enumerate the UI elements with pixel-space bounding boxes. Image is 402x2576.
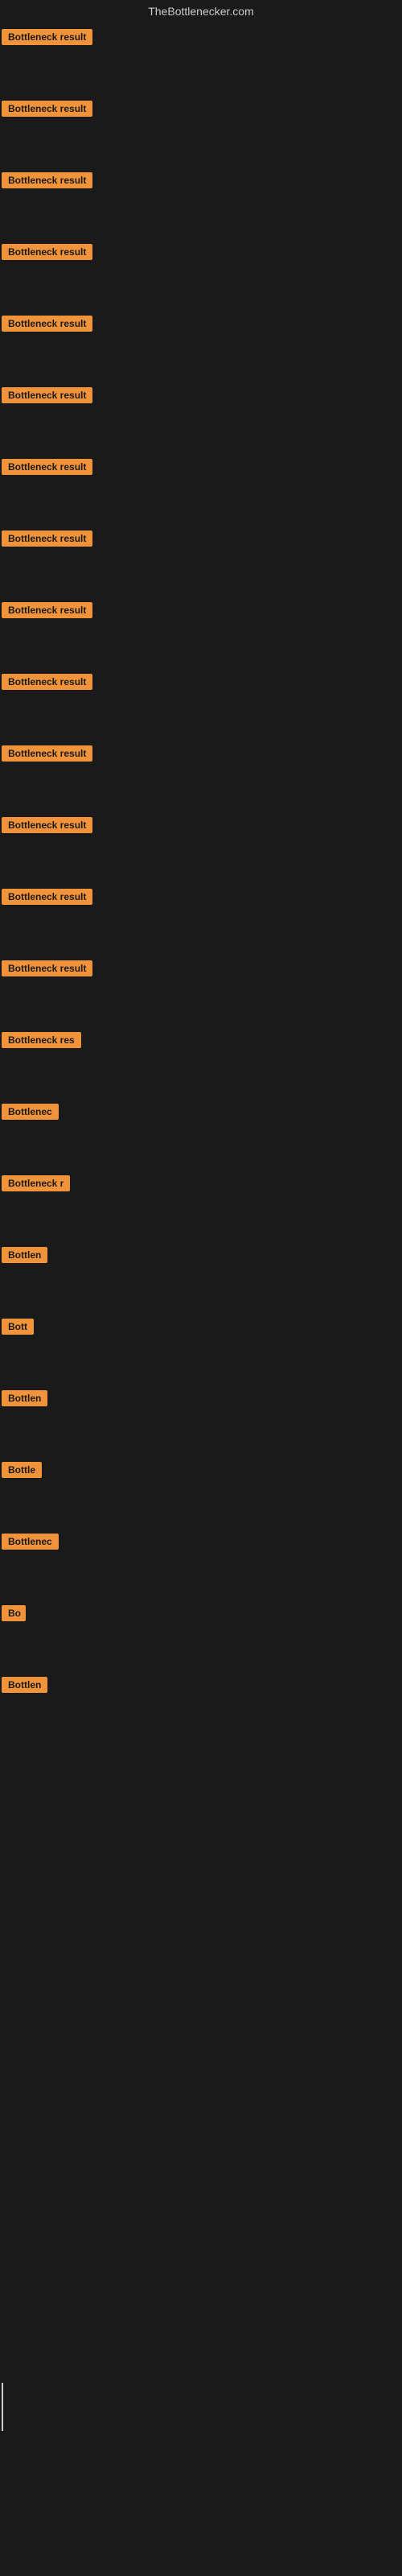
bottleneck-badge[interactable]: Bottlen bbox=[2, 1247, 47, 1263]
bottleneck-badge[interactable]: Bottleneck result bbox=[2, 387, 92, 403]
list-item: Bottleneck result bbox=[0, 601, 402, 624]
list-item: Bott bbox=[0, 1317, 402, 1340]
bottleneck-badge[interactable]: Bo bbox=[2, 1605, 26, 1621]
list-item: Bottleneck result bbox=[0, 815, 402, 839]
bottleneck-badge[interactable]: Bottleneck result bbox=[2, 244, 92, 260]
bottleneck-badge[interactable]: Bottleneck result bbox=[2, 316, 92, 332]
list-item: Bottleneck result bbox=[0, 386, 402, 409]
bottleneck-badge[interactable]: Bottleneck result bbox=[2, 602, 92, 618]
list-item: Bottleneck res bbox=[0, 1030, 402, 1054]
list-item: Bottleneck result bbox=[0, 27, 402, 51]
list-item: Bottleneck result bbox=[0, 672, 402, 696]
list-item: Bottleneck result bbox=[0, 887, 402, 910]
cursor-line bbox=[2, 2383, 3, 2431]
list-item: Bottleneck result bbox=[0, 529, 402, 552]
bottleneck-badge[interactable]: Bottleneck result bbox=[2, 530, 92, 547]
bottleneck-badge[interactable]: Bottleneck result bbox=[2, 459, 92, 475]
bottleneck-badge[interactable]: Bottleneck res bbox=[2, 1032, 81, 1048]
bottleneck-badge[interactable]: Bottlen bbox=[2, 1390, 47, 1406]
list-item: Bottlen bbox=[0, 1389, 402, 1412]
bottleneck-badge[interactable]: Bottleneck result bbox=[2, 101, 92, 117]
list-item: Bottlenec bbox=[0, 1102, 402, 1125]
bottleneck-badge[interactable]: Bottleneck result bbox=[2, 960, 92, 976]
bottleneck-badge[interactable]: Bott bbox=[2, 1319, 34, 1335]
list-item: Bottleneck r bbox=[0, 1174, 402, 1197]
list-item: Bo bbox=[0, 1604, 402, 1627]
list-item: Bottlen bbox=[0, 1675, 402, 1699]
list-item: Bottleneck result bbox=[0, 242, 402, 266]
list-item: Bottleneck result bbox=[0, 99, 402, 122]
list-item: Bottleneck result bbox=[0, 744, 402, 767]
bottleneck-badge[interactable]: Bottlenec bbox=[2, 1534, 59, 1550]
site-title: TheBottlenecker.com bbox=[0, 0, 402, 26]
bottleneck-badge[interactable]: Bottleneck result bbox=[2, 29, 92, 45]
bottleneck-badge[interactable]: Bottleneck result bbox=[2, 889, 92, 905]
bottleneck-badge[interactable]: Bottleneck result bbox=[2, 745, 92, 762]
list-item: Bottlenec bbox=[0, 1532, 402, 1555]
bottleneck-badge[interactable]: Bottleneck r bbox=[2, 1175, 70, 1191]
list-item: Bottleneck result bbox=[0, 457, 402, 481]
list-item: Bottleneck result bbox=[0, 171, 402, 194]
list-item: Bottle bbox=[0, 1460, 402, 1484]
bottleneck-badge[interactable]: Bottle bbox=[2, 1462, 42, 1478]
list-item: Bottleneck result bbox=[0, 314, 402, 337]
bottleneck-badge[interactable]: Bottleneck result bbox=[2, 674, 92, 690]
bottleneck-badge[interactable]: Bottleneck result bbox=[2, 817, 92, 833]
list-item: Bottleneck result bbox=[0, 959, 402, 982]
bottleneck-badge[interactable]: Bottlen bbox=[2, 1677, 47, 1693]
bottleneck-badge[interactable]: Bottleneck result bbox=[2, 172, 92, 188]
list-item: Bottlen bbox=[0, 1245, 402, 1269]
bottleneck-badge[interactable]: Bottlenec bbox=[2, 1104, 59, 1120]
